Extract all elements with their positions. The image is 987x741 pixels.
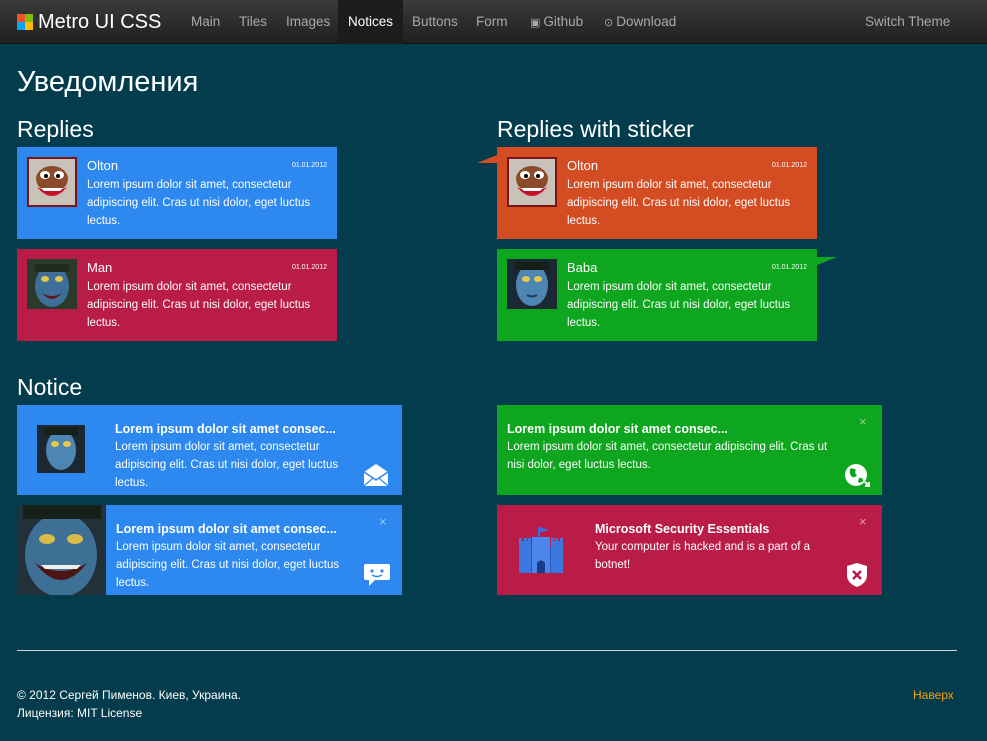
nav-item-form[interactable]: Form — [466, 0, 518, 44]
sticker-tail — [817, 257, 837, 265]
nav-item-download-label: Download — [616, 14, 677, 29]
reply-sticker-card: Baba 01.01.2012 Lorem ipsum dolor sit am… — [497, 249, 837, 341]
reply-text: Lorem ipsum dolor sit amet, consectetur … — [567, 281, 791, 329]
reply-author: Olton — [567, 158, 599, 173]
notice-title: Lorem ipsum dolor sit amet consec... — [116, 522, 337, 536]
castle-icon — [517, 523, 565, 575]
notice-text: Your computer is hacked and is a part of… — [595, 541, 811, 571]
notice-card: × Lorem ipsum dolor sit amet consec... L… — [497, 405, 882, 495]
reply-date: 01.01.2012 — [771, 264, 807, 271]
brand-link[interactable]: Metro UI CSS — [17, 11, 161, 33]
reply-sticker-card: Olton 01.01.2012 Lorem ipsum dolor sit a… — [477, 147, 817, 239]
reply-author: Man — [87, 260, 113, 275]
brand-name: Metro UI CSS — [38, 10, 162, 33]
footer-divider — [17, 650, 957, 651]
footer-license: Лицензия: MIT License — [17, 706, 143, 720]
reply-date: 01.01.2012 — [291, 162, 327, 169]
nav-item-images[interactable]: Images — [276, 0, 340, 44]
reply-text: Lorem ipsum dolor sit amet, consectetur … — [567, 179, 791, 227]
close-icon[interactable]: × — [859, 514, 867, 529]
nav-item-buttons[interactable]: Buttons — [402, 0, 468, 44]
nav-item-main[interactable]: Main — [181, 0, 230, 44]
github-icon: ▣ — [530, 17, 541, 29]
reply-text: Lorem ipsum dolor sit amet, consectetur … — [87, 179, 311, 227]
globe-icon — [844, 462, 870, 493]
sticker-tail — [477, 155, 497, 163]
reply-date: 01.01.2012 — [771, 162, 807, 169]
reply-author: Olton — [87, 158, 119, 173]
chat-icon — [363, 563, 391, 592]
footer-copyright: © 2012 Сергей Пименов. Киев, Украина. — [17, 688, 242, 702]
notice-card: × Microsoft Security Essentials Your com… — [497, 505, 882, 595]
reply-card: Man 01.01.2012 Lorem ipsum dolor sit ame… — [17, 249, 337, 341]
switch-theme-button[interactable]: Switch Theme — [855, 0, 960, 44]
replies-sticker-heading: Replies with sticker — [497, 116, 694, 142]
nav-item-tiles[interactable]: Tiles — [229, 0, 277, 44]
notice-title: Microsoft Security Essentials — [595, 522, 770, 536]
download-icon: ⊙ — [604, 17, 614, 29]
reply-author: Baba — [567, 260, 598, 275]
notice-text: Lorem ipsum dolor sit amet, consectetur … — [507, 441, 828, 471]
nav-item-github-label: Github — [543, 14, 584, 29]
notice-title: Lorem ipsum dolor sit amet consec... — [507, 422, 728, 436]
navi-avatar — [37, 425, 85, 473]
back-to-top-link[interactable]: Наверх — [913, 688, 954, 702]
notice-card: Lorem ipsum dolor sit amet consec... Lor… — [17, 405, 402, 495]
reply-card: Olton 01.01.2012 Lorem ipsum dolor sit a… — [17, 147, 337, 239]
nav-item-download[interactable]: ⊙ Download — [594, 0, 686, 44]
nav-item-github[interactable]: ▣ Github — [520, 0, 593, 44]
navi-avatar — [507, 259, 557, 309]
close-icon[interactable]: × — [379, 514, 387, 529]
notice-heading: Notice — [17, 374, 83, 400]
mail-icon — [363, 463, 389, 492]
close-icon[interactable]: × — [859, 414, 867, 429]
page-title: Уведомления — [17, 66, 199, 98]
reply-date: 01.01.2012 — [291, 264, 327, 271]
notice-title: Lorem ipsum dolor sit amet consec... — [115, 422, 336, 436]
taz-avatar — [507, 157, 557, 207]
taz-avatar — [27, 157, 77, 207]
notice-text: Lorem ipsum dolor sit amet, consectetur … — [116, 541, 340, 589]
nav-item-notices[interactable]: Notices — [338, 0, 404, 44]
notice-card: × Lorem ipsum dolor sit amet consec... L… — [17, 505, 402, 595]
top-navbar: Metro UI CSS Main Tiles Images Notices B… — [0, 0, 987, 44]
windows-logo-icon — [17, 14, 33, 30]
shield-icon — [846, 562, 868, 593]
notice-text: Lorem ipsum dolor sit amet, consectetur … — [115, 441, 339, 489]
replies-heading: Replies — [17, 116, 94, 142]
navi-avatar — [27, 259, 77, 309]
navi-face-image — [17, 505, 106, 595]
reply-text: Lorem ipsum dolor sit amet, consectetur … — [87, 281, 311, 329]
